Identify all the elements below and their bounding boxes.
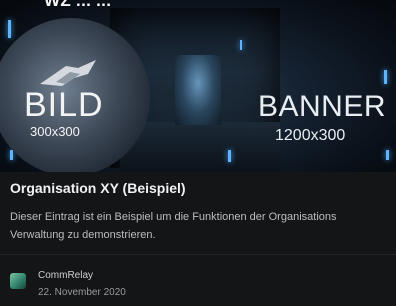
light-strip	[384, 70, 387, 84]
light-strip	[228, 150, 231, 162]
light-strip	[8, 20, 11, 38]
corridor-floor	[120, 122, 280, 172]
light-strip	[10, 150, 13, 160]
light-strip	[386, 150, 389, 160]
divider	[0, 254, 396, 255]
clipped-title: WZ ... ...	[44, 0, 112, 10]
organisation-title[interactable]: Organisation XY (Beispiel)	[10, 180, 186, 196]
organisation-description: Dieser Eintrag ist ein Beispiel um die F…	[10, 211, 337, 241]
banner-label: BANNER	[258, 90, 387, 123]
organisation-card[interactable]: WZ ... ... BILD 300x300 BANNER 1200x300 …	[0, 0, 396, 306]
avatar[interactable]	[10, 273, 26, 289]
post-date: 22. November 2020	[38, 287, 126, 298]
corridor-door	[175, 55, 221, 125]
light-strip	[240, 40, 242, 50]
card-content: Organisation XY (Beispiel) Dieser Eintra…	[0, 172, 396, 306]
author-name[interactable]: CommRelay	[38, 270, 93, 281]
banner-image: WZ ... ... BILD 300x300 BANNER 1200x300	[0, 0, 396, 172]
logo-label: BILD	[24, 86, 104, 124]
logo-circle: BILD 300x300	[0, 18, 150, 172]
banner-size-label: 1200x300	[275, 127, 346, 144]
logo-size-label: 300x300	[30, 124, 80, 139]
